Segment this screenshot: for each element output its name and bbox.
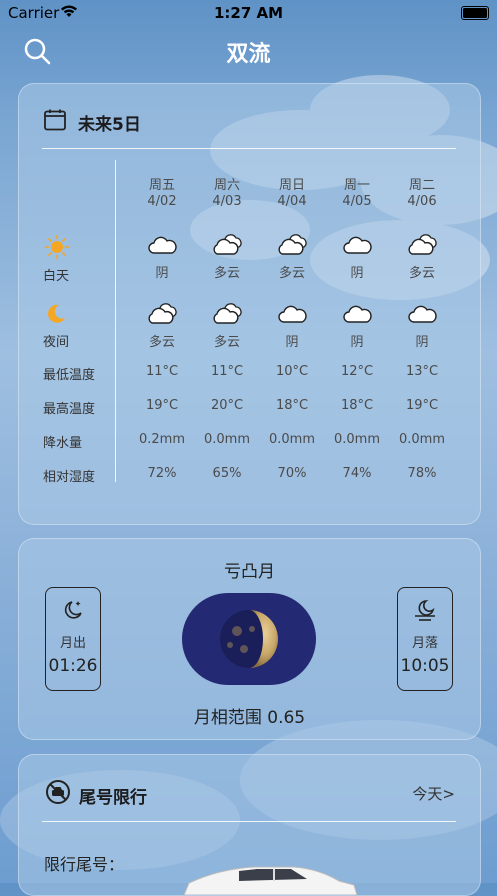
max-temp: 18°C — [275, 398, 309, 413]
humidity: 74% — [342, 466, 372, 481]
cloud-icon — [146, 234, 178, 256]
humidity: 78% — [407, 466, 437, 481]
precipitation: 0.0mm — [398, 432, 445, 447]
moonrise-label: 月出 — [59, 636, 86, 651]
forecast-day-column: 周六 4/03 多云 多云 11°C 20°C 0.0mm 65% — [197, 174, 257, 484]
precipitation: 0.0mm — [333, 432, 380, 447]
moon-phase-range: 月相范围 0.65 — [193, 708, 306, 728]
divider — [42, 148, 456, 149]
cloud-icon — [341, 303, 373, 325]
min-temp: 11°C — [145, 364, 179, 379]
partly-cloudy-icon — [146, 303, 178, 325]
min-temp: 13°C — [405, 364, 439, 379]
city-title: 双流 — [226, 42, 271, 67]
cloud-icon — [406, 303, 438, 325]
forecast-day-column: 周二 4/06 多云阴 13°C 19°C 0.0mm 78% — [392, 174, 452, 484]
row-label-humidity: 相对湿度 — [43, 470, 96, 485]
date-label: 4/06 — [407, 194, 437, 209]
moon-phase-graphic — [220, 610, 278, 668]
moon-image — [182, 593, 316, 685]
night-weather-desc: 阴 — [350, 335, 364, 350]
partly-cloudy-icon — [406, 234, 438, 256]
humidity: 72% — [147, 466, 177, 481]
moonrise-box: 月出 01:26 — [45, 587, 101, 691]
min-temp: 12°C — [340, 364, 374, 379]
divider-vertical — [115, 160, 116, 482]
moonset-icon — [415, 600, 435, 621]
traffic-restriction-card: 尾号限行 今天> 限行尾号： — [18, 754, 481, 896]
max-temp: 20°C — [210, 398, 244, 413]
day-of-week: 周日 — [278, 178, 305, 193]
day-weather-desc: 多云 — [278, 266, 305, 281]
no-car-icon — [46, 780, 70, 804]
day-of-week: 周六 — [213, 178, 240, 193]
partly-cloudy-icon — [276, 234, 308, 256]
clock: 1:27 AM — [213, 4, 284, 22]
calendar-icon — [44, 109, 66, 131]
day-weather-desc: 阴 — [155, 266, 169, 281]
moon-phase-title: 亏凸月 — [224, 562, 275, 582]
max-temp: 18°C — [340, 398, 374, 413]
max-temp: 19°C — [405, 398, 439, 413]
car-image — [183, 866, 358, 895]
moonrise-time: 01:26 — [48, 656, 98, 676]
date-label: 4/02 — [147, 194, 177, 209]
row-label-day: 白天 — [43, 269, 70, 284]
moonset-label: 月落 — [411, 636, 438, 651]
row-label-min-temp: 最低温度 — [43, 368, 96, 383]
night-weather-desc: 阴 — [285, 335, 299, 350]
moon-icon — [48, 304, 65, 323]
moonrise-icon — [64, 601, 82, 619]
cloud-icon — [341, 234, 373, 256]
forecast-title: 未来5日 — [78, 115, 141, 135]
day-weather-desc: 阴 — [350, 266, 364, 281]
date-label: 4/05 — [342, 194, 372, 209]
date-label: 4/03 — [212, 194, 242, 209]
row-label-night: 夜间 — [43, 335, 70, 350]
divider — [42, 821, 456, 822]
moonset-time: 10:05 — [400, 656, 450, 676]
night-weather-desc: 多云 — [148, 335, 175, 350]
battery-icon — [461, 6, 489, 20]
min-temp: 11°C — [210, 364, 244, 379]
night-weather-desc: 多云 — [213, 335, 240, 350]
sun-icon — [44, 234, 70, 260]
partly-cloudy-icon — [211, 303, 243, 325]
row-label-precip: 降水量 — [43, 436, 83, 451]
traffic-title: 尾号限行 — [79, 788, 147, 808]
day-weather-desc: 多云 — [213, 266, 240, 281]
forecast-day-column: 周五 4/02 阴多云 11°C 19°C 0.2mm 72% — [132, 174, 192, 484]
forecast-day-column: 周日 4/04 多云阴 10°C 18°C 0.0mm 70% — [262, 174, 322, 484]
cloud-icon — [276, 303, 308, 325]
today-link[interactable]: 今天> — [412, 783, 455, 804]
date-label: 4/04 — [277, 194, 307, 209]
plate-number-label: 限行尾号： — [44, 855, 125, 874]
partly-cloudy-icon — [211, 234, 243, 256]
humidity: 65% — [212, 466, 242, 481]
moonset-box: 月落 10:05 — [397, 587, 453, 691]
precipitation: 0.0mm — [268, 432, 315, 447]
day-weather-desc: 多云 — [408, 266, 435, 281]
row-label-max-temp: 最高温度 — [43, 402, 96, 417]
day-of-week: 周五 — [148, 178, 175, 193]
moon-card: 亏凸月 月出 01:26 月落 10:05 月相范围 0.65 — [18, 538, 481, 740]
precipitation: 0.0mm — [203, 432, 250, 447]
min-temp: 10°C — [275, 364, 309, 379]
precipitation: 0.2mm — [138, 432, 185, 447]
night-weather-desc: 阴 — [415, 335, 429, 350]
humidity: 70% — [277, 466, 307, 481]
day-of-week: 周二 — [408, 178, 435, 193]
forecast-day-column: 周一 4/05 阴阴 12°C 18°C 0.0mm 74% — [327, 174, 387, 484]
status-bar: Carrier 1:27 AM — [0, 0, 497, 26]
day-of-week: 周一 — [343, 178, 370, 193]
forecast-card: 未来5日 白天 夜间 最低温度 最高温度 降水量 相对湿度 周五 4/02 阴多云 1… — [18, 83, 481, 525]
app-header: 双流 — [0, 30, 497, 74]
max-temp: 19°C — [145, 398, 179, 413]
